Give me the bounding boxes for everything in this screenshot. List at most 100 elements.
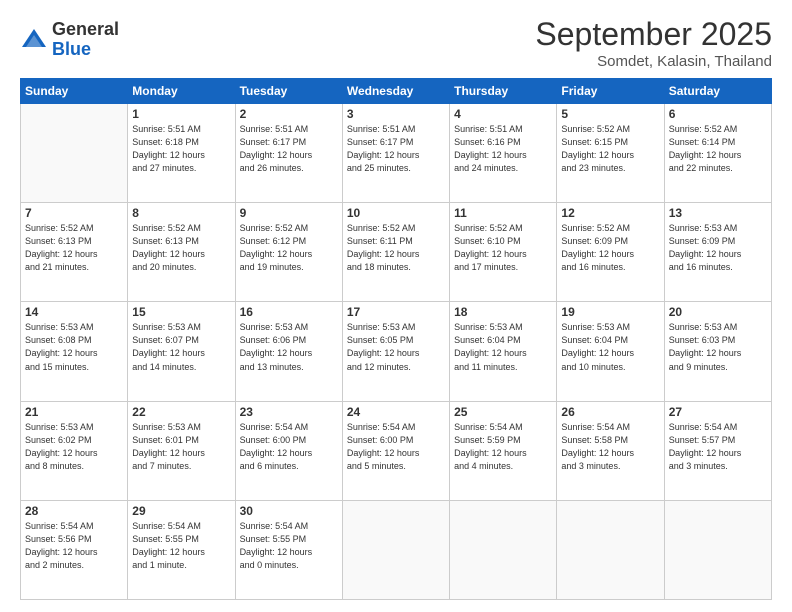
- day-detail: Sunrise: 5:53 AM Sunset: 6:08 PM Dayligh…: [25, 321, 123, 373]
- calendar-cell: 28 Sunrise: 5:54 AM Sunset: 5:56 PM Dayli…: [21, 500, 128, 599]
- day-detail: Sunrise: 5:51 AM Sunset: 6:17 PM Dayligh…: [347, 123, 445, 175]
- calendar-row-4: 21 Sunrise: 5:53 AM Sunset: 6:02 PM Dayli…: [21, 401, 772, 500]
- calendar-cell: 14 Sunrise: 5:53 AM Sunset: 6:08 PM Dayli…: [21, 302, 128, 401]
- calendar-cell: [450, 500, 557, 599]
- calendar-row-1: 1 Sunrise: 5:51 AM Sunset: 6:18 PM Daylig…: [21, 104, 772, 203]
- day-number: 25: [454, 405, 552, 419]
- day-number: 18: [454, 305, 552, 319]
- day-detail: Sunrise: 5:53 AM Sunset: 6:04 PM Dayligh…: [454, 321, 552, 373]
- day-number: 26: [561, 405, 659, 419]
- day-number: 1: [132, 107, 230, 121]
- calendar-cell: 23Sunrise: 5:54 AM Sunset: 6:00 PM Dayli…: [235, 401, 342, 500]
- day-number: 9: [240, 206, 338, 220]
- day-detail: Sunrise: 5:53 AM Sunset: 6:07 PM Dayligh…: [132, 321, 230, 373]
- day-detail: Sunrise: 5:52 AM Sunset: 6:15 PM Dayligh…: [561, 123, 659, 175]
- day-number: 14: [25, 305, 123, 319]
- calendar-row-3: 14 Sunrise: 5:53 AM Sunset: 6:08 PM Dayli…: [21, 302, 772, 401]
- day-detail: Sunrise: 5:54 AM Sunset: 5:59 PM Dayligh…: [454, 421, 552, 473]
- day-number: 10: [347, 206, 445, 220]
- day-detail: Sunrise: 5:54 AM Sunset: 6:00 PM Dayligh…: [347, 421, 445, 473]
- calendar-row-5: 28 Sunrise: 5:54 AM Sunset: 5:56 PM Dayli…: [21, 500, 772, 599]
- day-detail: Sunrise: 5:51 AM Sunset: 6:18 PM Dayligh…: [132, 123, 230, 175]
- month-title: September 2025: [535, 16, 772, 53]
- calendar-cell: [21, 104, 128, 203]
- day-detail: Sunrise: 5:54 AM Sunset: 5:57 PM Dayligh…: [669, 421, 767, 473]
- calendar-cell: [664, 500, 771, 599]
- day-detail: Sunrise: 5:54 AM Sunset: 5:55 PM Dayligh…: [132, 520, 230, 572]
- col-saturday: Saturday: [664, 79, 771, 104]
- day-detail: Sunrise: 5:54 AM Sunset: 5:56 PM Dayligh…: [25, 520, 123, 572]
- day-number: 24: [347, 405, 445, 419]
- day-detail: Sunrise: 5:54 AM Sunset: 5:55 PM Dayligh…: [240, 520, 338, 572]
- logo: General Blue: [20, 20, 119, 60]
- day-number: 5: [561, 107, 659, 121]
- calendar-cell: 2 Sunrise: 5:51 AM Sunset: 6:17 PM Daylig…: [235, 104, 342, 203]
- col-sunday: Sunday: [21, 79, 128, 104]
- day-number: 21: [25, 405, 123, 419]
- location: Somdet, Kalasin, Thailand: [535, 53, 772, 70]
- day-detail: Sunrise: 5:53 AM Sunset: 6:03 PM Dayligh…: [669, 321, 767, 373]
- day-number: 13: [669, 206, 767, 220]
- calendar-cell: [342, 500, 449, 599]
- day-detail: Sunrise: 5:54 AM Sunset: 5:58 PM Dayligh…: [561, 421, 659, 473]
- calendar-cell: 13 Sunrise: 5:53 AM Sunset: 6:09 PM Dayli…: [664, 203, 771, 302]
- calendar-cell: 22Sunrise: 5:53 AM Sunset: 6:01 PM Dayli…: [128, 401, 235, 500]
- day-number: 17: [347, 305, 445, 319]
- day-number: 8: [132, 206, 230, 220]
- calendar-cell: 10Sunrise: 5:52 AM Sunset: 6:11 PM Dayli…: [342, 203, 449, 302]
- day-number: 12: [561, 206, 659, 220]
- day-number: 4: [454, 107, 552, 121]
- col-friday: Friday: [557, 79, 664, 104]
- day-detail: Sunrise: 5:53 AM Sunset: 6:09 PM Dayligh…: [669, 222, 767, 274]
- day-detail: Sunrise: 5:52 AM Sunset: 6:13 PM Dayligh…: [132, 222, 230, 274]
- col-wednesday: Wednesday: [342, 79, 449, 104]
- calendar-cell: 29Sunrise: 5:54 AM Sunset: 5:55 PM Dayli…: [128, 500, 235, 599]
- logo-text: General Blue: [52, 20, 119, 60]
- day-detail: Sunrise: 5:53 AM Sunset: 6:04 PM Dayligh…: [561, 321, 659, 373]
- calendar-cell: 20 Sunrise: 5:53 AM Sunset: 6:03 PM Dayli…: [664, 302, 771, 401]
- page: General Blue September 2025 Somdet, Kala…: [0, 0, 792, 612]
- calendar-row-2: 7 Sunrise: 5:52 AM Sunset: 6:13 PM Daylig…: [21, 203, 772, 302]
- day-number: 6: [669, 107, 767, 121]
- calendar-table: Sunday Monday Tuesday Wednesday Thursday…: [20, 78, 772, 600]
- day-number: 16: [240, 305, 338, 319]
- title-block: September 2025 Somdet, Kalasin, Thailand: [535, 16, 772, 70]
- day-detail: Sunrise: 5:51 AM Sunset: 6:16 PM Dayligh…: [454, 123, 552, 175]
- calendar-cell: 18 Sunrise: 5:53 AM Sunset: 6:04 PM Dayli…: [450, 302, 557, 401]
- calendar-cell: 21 Sunrise: 5:53 AM Sunset: 6:02 PM Dayli…: [21, 401, 128, 500]
- col-tuesday: Tuesday: [235, 79, 342, 104]
- day-detail: Sunrise: 5:53 AM Sunset: 6:02 PM Dayligh…: [25, 421, 123, 473]
- calendar-cell: 1 Sunrise: 5:51 AM Sunset: 6:18 PM Daylig…: [128, 104, 235, 203]
- calendar-cell: 17 Sunrise: 5:53 AM Sunset: 6:05 PM Dayli…: [342, 302, 449, 401]
- calendar-cell: 27 Sunrise: 5:54 AM Sunset: 5:57 PM Dayli…: [664, 401, 771, 500]
- day-number: 3: [347, 107, 445, 121]
- day-number: 30: [240, 504, 338, 518]
- calendar-cell: 6 Sunrise: 5:52 AM Sunset: 6:14 PM Daylig…: [664, 104, 771, 203]
- day-number: 20: [669, 305, 767, 319]
- day-number: 7: [25, 206, 123, 220]
- calendar-cell: 19Sunrise: 5:53 AM Sunset: 6:04 PM Dayli…: [557, 302, 664, 401]
- day-detail: Sunrise: 5:53 AM Sunset: 6:06 PM Dayligh…: [240, 321, 338, 373]
- calendar-cell: 11Sunrise: 5:52 AM Sunset: 6:10 PM Dayli…: [450, 203, 557, 302]
- logo-icon: [20, 27, 48, 55]
- col-monday: Monday: [128, 79, 235, 104]
- day-number: 28: [25, 504, 123, 518]
- day-detail: Sunrise: 5:54 AM Sunset: 6:00 PM Dayligh…: [240, 421, 338, 473]
- calendar-cell: 15 Sunrise: 5:53 AM Sunset: 6:07 PM Dayli…: [128, 302, 235, 401]
- day-detail: Sunrise: 5:52 AM Sunset: 6:14 PM Dayligh…: [669, 123, 767, 175]
- day-detail: Sunrise: 5:52 AM Sunset: 6:13 PM Dayligh…: [25, 222, 123, 274]
- col-thursday: Thursday: [450, 79, 557, 104]
- day-number: 27: [669, 405, 767, 419]
- calendar-cell: 12Sunrise: 5:52 AM Sunset: 6:09 PM Dayli…: [557, 203, 664, 302]
- day-detail: Sunrise: 5:53 AM Sunset: 6:05 PM Dayligh…: [347, 321, 445, 373]
- day-number: 15: [132, 305, 230, 319]
- calendar-cell: 30 Sunrise: 5:54 AM Sunset: 5:55 PM Dayli…: [235, 500, 342, 599]
- day-number: 2: [240, 107, 338, 121]
- calendar-cell: 8 Sunrise: 5:52 AM Sunset: 6:13 PM Daylig…: [128, 203, 235, 302]
- day-detail: Sunrise: 5:52 AM Sunset: 6:10 PM Dayligh…: [454, 222, 552, 274]
- calendar-cell: 24 Sunrise: 5:54 AM Sunset: 6:00 PM Dayli…: [342, 401, 449, 500]
- calendar-cell: 4 Sunrise: 5:51 AM Sunset: 6:16 PM Daylig…: [450, 104, 557, 203]
- day-number: 22: [132, 405, 230, 419]
- calendar-cell: 7 Sunrise: 5:52 AM Sunset: 6:13 PM Daylig…: [21, 203, 128, 302]
- day-detail: Sunrise: 5:51 AM Sunset: 6:17 PM Dayligh…: [240, 123, 338, 175]
